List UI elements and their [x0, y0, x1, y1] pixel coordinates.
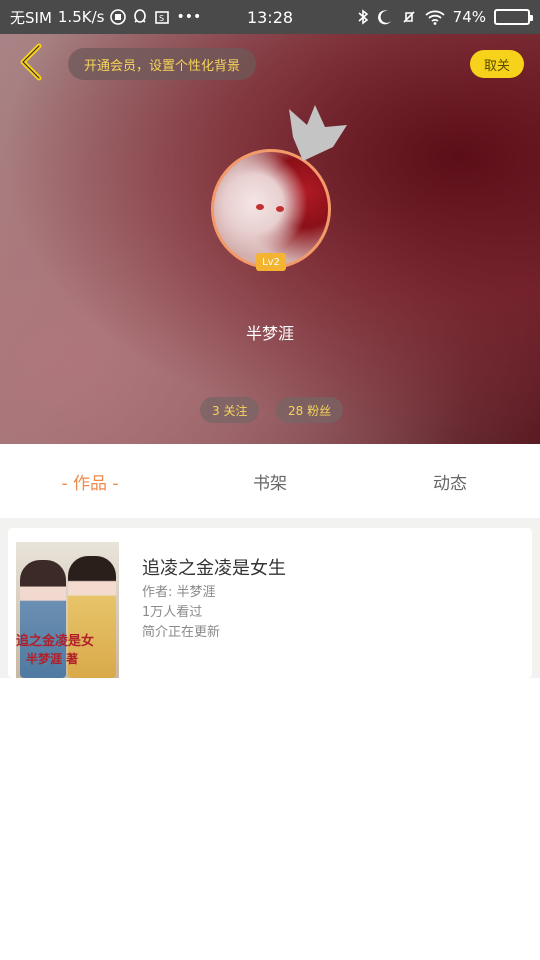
book-author: 作者: 半梦涯 — [142, 585, 216, 600]
tab-works[interactable]: - 作品 - — [0, 469, 180, 494]
avatar-eye-right — [276, 206, 284, 212]
status-bar: 无SIM 1.5K/s S ••• 13:28 74% — [0, 0, 540, 34]
avatar-eye-left — [256, 204, 264, 210]
vip-background-banner[interactable]: 开通会员，设置个性化背景 — [68, 48, 257, 80]
book-title[interactable]: 追凌之金凌是女生 — [142, 554, 286, 580]
fans-count-button[interactable]: 28 粉丝 — [276, 397, 344, 423]
moon-icon — [377, 9, 393, 25]
username: 半梦涯 — [245, 324, 294, 343]
screenshot-icon: S — [154, 9, 170, 25]
follow-count-button[interactable]: 3 关注 — [200, 397, 260, 423]
qq-icon — [132, 9, 148, 25]
crown-icon — [289, 105, 347, 161]
works-list: 追之金凌是女 半梦涯 著 追凌之金凌是女生 作者: 半梦涯 1万人看过 简介正在… — [0, 518, 540, 678]
avatar-wrap: Lv2 — [211, 105, 347, 271]
avatar[interactable] — [211, 149, 331, 269]
cover-title-text: 追之金凌是女 — [16, 634, 95, 649]
app-notification-icon — [110, 9, 127, 25]
svg-text:S: S — [159, 14, 164, 23]
vibrate-off-icon — [401, 9, 417, 25]
back-button[interactable] — [10, 42, 50, 86]
battery-icon — [494, 9, 533, 25]
cover-author-text: 半梦涯 著 — [26, 652, 79, 666]
profile-header: 开通会员，设置个性化背景 取关 Lv2 半梦涯 3 关注 28 粉丝 — [0, 34, 540, 444]
book-card[interactable]: 追之金凌是女 半梦涯 著 追凌之金凌是女生 作者: 半梦涯 1万人看过 简介正在… — [8, 528, 532, 678]
book-summary: 简介正在更新 — [142, 625, 221, 640]
battery-percent: 74% — [452, 8, 486, 26]
book-views: 1万人看过 — [142, 605, 203, 620]
status-right: 74% — [357, 8, 533, 26]
network-speed: 1.5K/s — [57, 8, 105, 26]
level-badge: Lv2 — [256, 253, 286, 271]
profile-tabs: - 作品 - 书架 动态 — [0, 444, 540, 518]
status-left: 无SIM 1.5K/s S ••• — [10, 7, 201, 28]
book-cover-image[interactable]: 追之金凌是女 半梦涯 著 — [16, 542, 119, 678]
unfollow-button[interactable]: 取关 — [470, 50, 524, 78]
more-dots-icon: ••• — [176, 9, 202, 25]
chevron-left-icon — [17, 42, 43, 86]
bluetooth-icon — [357, 9, 369, 25]
wifi-icon — [425, 9, 445, 25]
tab-activity[interactable]: 动态 — [360, 469, 540, 494]
tab-bookshelf[interactable]: 书架 — [180, 469, 360, 494]
carrier-label: 无SIM — [10, 8, 52, 27]
